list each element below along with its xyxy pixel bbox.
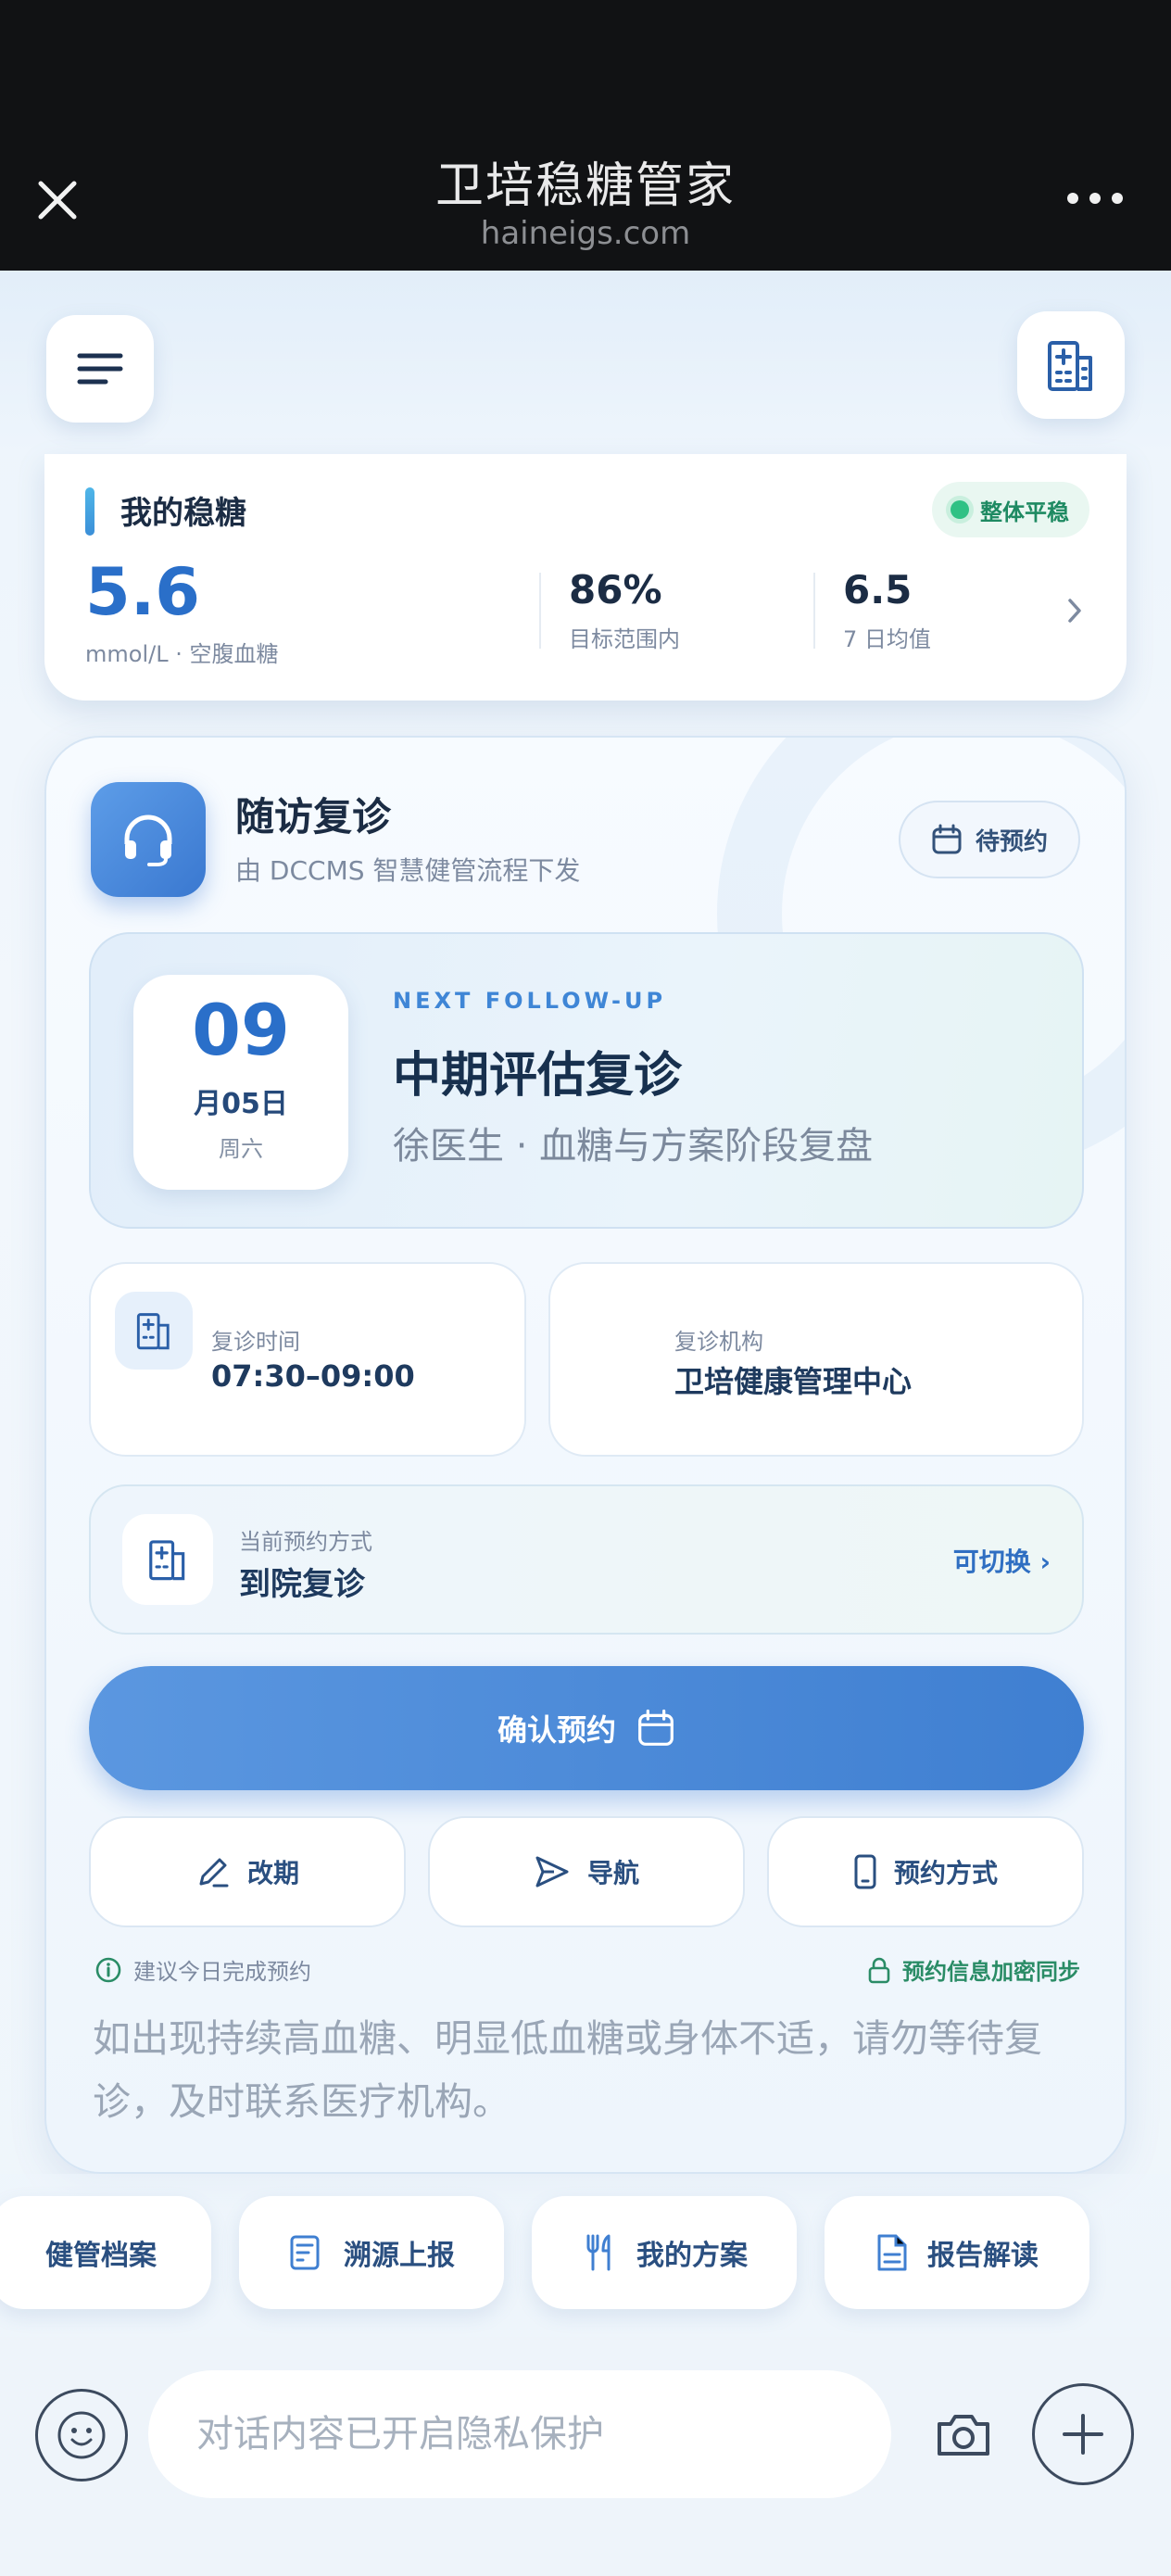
visit-description: 徐医生 · 血糖与方案阶段复盘	[393, 1125, 874, 1168]
glucose-summary-card[interactable]: 我的稳糖 整体平稳 5.6 mmol/L · 空腹血糖 86% 目标范围内 6.…	[44, 454, 1127, 701]
booking-method-label: 当前预约方式	[239, 1529, 372, 1555]
followup-title: 随访复诊	[235, 794, 392, 840]
lock-icon	[868, 1957, 890, 1983]
add-button[interactable]	[1032, 2383, 1134, 2485]
safety-warning: 如出现持续高血糖、明显低血糖或身体不适，请勿等待复诊，及时联系医疗机构。	[93, 2016, 1042, 2124]
booking-method-row[interactable]: 当前预约方式 到院复诊 可切换 ›	[89, 1484, 1084, 1635]
accent-bar	[85, 487, 94, 536]
switch-method-link[interactable]: 可切换 ›	[953, 1542, 1051, 1579]
info-icon	[95, 1957, 121, 1982]
confirm-booking-label: 确认预约	[497, 1712, 616, 1748]
in-range-value: 86%	[569, 567, 662, 612]
reschedule-label: 改期	[246, 1858, 299, 1888]
app-header	[0, 271, 1171, 456]
hospital-button[interactable]	[1017, 311, 1125, 419]
pending-booking-button[interactable]: 待预约	[899, 801, 1080, 878]
menu-icon	[77, 353, 123, 385]
calendar-icon	[638, 1709, 674, 1746]
browser-url: haineigs.com	[480, 215, 691, 252]
shortcut-label: 溯源上报	[344, 2240, 455, 2272]
chat-input-bar	[0, 2337, 1171, 2576]
browser-top-bar: 卫培稳糖管家 haineigs.com	[0, 0, 1171, 271]
shortcut-label: 健管档案	[45, 2240, 157, 2272]
shortcut-health-record[interactable]: 健管档案	[0, 2196, 211, 2309]
in-range-label: 目标范围内	[569, 626, 680, 652]
calendar-icon	[932, 824, 962, 854]
divider	[813, 573, 815, 649]
glucose-unit: mmol/L · 空腹血糖	[85, 641, 279, 667]
shortcut-label: 我的方案	[636, 2240, 748, 2272]
summary-title: 我的稳糖	[120, 495, 246, 532]
hospital-icon	[115, 1292, 193, 1370]
next-followup-eyebrow: NEXT FOLLOW-UP	[393, 988, 667, 1014]
glucose-value: 5.6	[85, 554, 201, 630]
shortcut-row: 健管档案 溯源上报 我的方案 报告解读	[0, 2174, 1171, 2337]
next-visit-panel[interactable]: 09 月05日 周六 NEXT FOLLOW-UP 中期评估复诊 徐医生 · 血…	[89, 932, 1084, 1229]
navigate-label: 导航	[586, 1858, 639, 1888]
date-weekday: 周六	[219, 1136, 263, 1162]
visit-org-label: 复诊机构	[674, 1329, 763, 1355]
booking-method-value: 到院复诊	[239, 1566, 365, 1603]
edit-icon	[199, 1858, 229, 1888]
chevron-right-icon[interactable]	[1065, 597, 1084, 628]
send-icon	[535, 1856, 569, 1888]
avg-value: 6.5	[843, 567, 913, 612]
shortcut-label: 报告解读	[927, 2240, 1039, 2272]
browser-title: 卫培稳糖管家	[434, 158, 736, 214]
smile-icon	[57, 2411, 106, 2459]
more-icon[interactable]	[1067, 193, 1123, 204]
hospital-icon	[1048, 341, 1092, 391]
status-badge: 整体平稳	[932, 482, 1089, 537]
divider	[539, 573, 541, 649]
shortcut-report-reading[interactable]: 报告解读	[825, 2196, 1089, 2309]
menu-button[interactable]	[46, 315, 154, 423]
headset-icon	[91, 782, 206, 897]
visit-org-tile: 复诊机构 卫培健康管理中心	[548, 1262, 1084, 1457]
visit-time-value: 07:30–09:00	[211, 1358, 415, 1394]
shortcut-my-plan[interactable]: 我的方案	[532, 2196, 797, 2309]
document-icon	[877, 2234, 907, 2271]
camera-icon[interactable]	[930, 2402, 997, 2469]
pending-booking-label: 待预约	[975, 827, 1048, 856]
shortcut-trace-report[interactable]: 溯源上报	[239, 2196, 504, 2309]
phone-icon	[854, 1854, 876, 1889]
navigate-button[interactable]: 导航	[428, 1816, 745, 1927]
visit-time-label: 复诊时间	[211, 1329, 300, 1355]
date-day: 09	[192, 989, 290, 1071]
encrypted-sync-note: 预约信息加密同步	[867, 1953, 1080, 1986]
emoji-button[interactable]	[35, 2389, 128, 2481]
utensils-icon	[586, 2234, 611, 2271]
avg-label: 7 日均值	[843, 626, 931, 652]
visit-time-tile: 复诊时间 07:30–09:00	[89, 1262, 526, 1457]
reschedule-button[interactable]: 改期	[89, 1816, 406, 1927]
visit-title: 中期评估复诊	[393, 1048, 683, 1104]
followup-subtitle: 由 DCCMS 智慧健管流程下发	[235, 855, 581, 886]
date-month: 月05日	[194, 1088, 288, 1120]
visit-org-value: 卫培健康管理中心	[674, 1364, 913, 1399]
booking-method-button-label: 预约方式	[893, 1858, 998, 1888]
plus-icon	[1063, 2414, 1103, 2455]
report-edit-icon	[290, 2235, 320, 2270]
hospital-icon	[122, 1514, 213, 1605]
confirm-booking-button[interactable]: 确认预约	[89, 1666, 1084, 1790]
chat-input[interactable]	[148, 2370, 891, 2498]
followup-card: 随访复诊 由 DCCMS 智慧健管流程下发 待预约 09 月05日 周六 NEX…	[44, 736, 1127, 2174]
date-badge: 09 月05日 周六	[133, 975, 348, 1190]
booking-hint: 建议今日完成预约	[94, 1953, 311, 1986]
status-dot-icon	[951, 500, 969, 519]
booking-method-button[interactable]: 预约方式	[767, 1816, 1084, 1927]
